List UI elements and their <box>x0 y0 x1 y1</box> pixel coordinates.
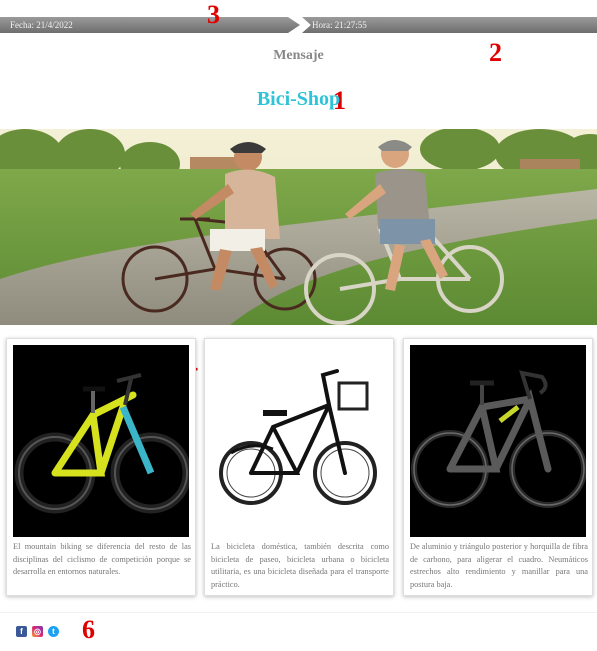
footer-divider <box>0 612 597 613</box>
mountain-bike-image <box>13 345 189 537</box>
twitter-icon[interactable]: t <box>48 626 59 637</box>
date-display: Fecha: 21/4/2022 <box>0 17 300 33</box>
hero-image <box>0 129 597 325</box>
annotation-marker-6: 6 <box>82 615 95 644</box>
product-card-road[interactable]: De aluminio y triángulo posterior y horq… <box>403 338 593 596</box>
social-links: f ◎ t <box>16 626 59 640</box>
facebook-icon[interactable]: f <box>16 626 27 637</box>
city-bike-image <box>211 345 387 537</box>
product-card-city[interactable]: La bicicleta doméstica, también descrita… <box>204 338 394 596</box>
message-heading: Mensaje <box>273 48 324 63</box>
time-display: Hora: 21:27:55 <box>302 17 597 33</box>
product-description: La bicicleta doméstica, también descrita… <box>211 542 389 589</box>
annotation-marker-3: 3 <box>207 0 220 29</box>
brand-title: Bici-Shop <box>256 88 341 110</box>
instagram-icon[interactable]: ◎ <box>32 626 43 637</box>
product-description: De aluminio y triángulo posterior y horq… <box>410 542 588 589</box>
product-card-mountain[interactable]: El mountain biking se diferencia del res… <box>6 338 196 596</box>
top-info-bar: Fecha: 21/4/2022 Hora: 21:27:55 <box>0 15 597 35</box>
product-description: El mountain biking se diferencia del res… <box>13 542 191 576</box>
road-bike-image <box>410 345 586 537</box>
